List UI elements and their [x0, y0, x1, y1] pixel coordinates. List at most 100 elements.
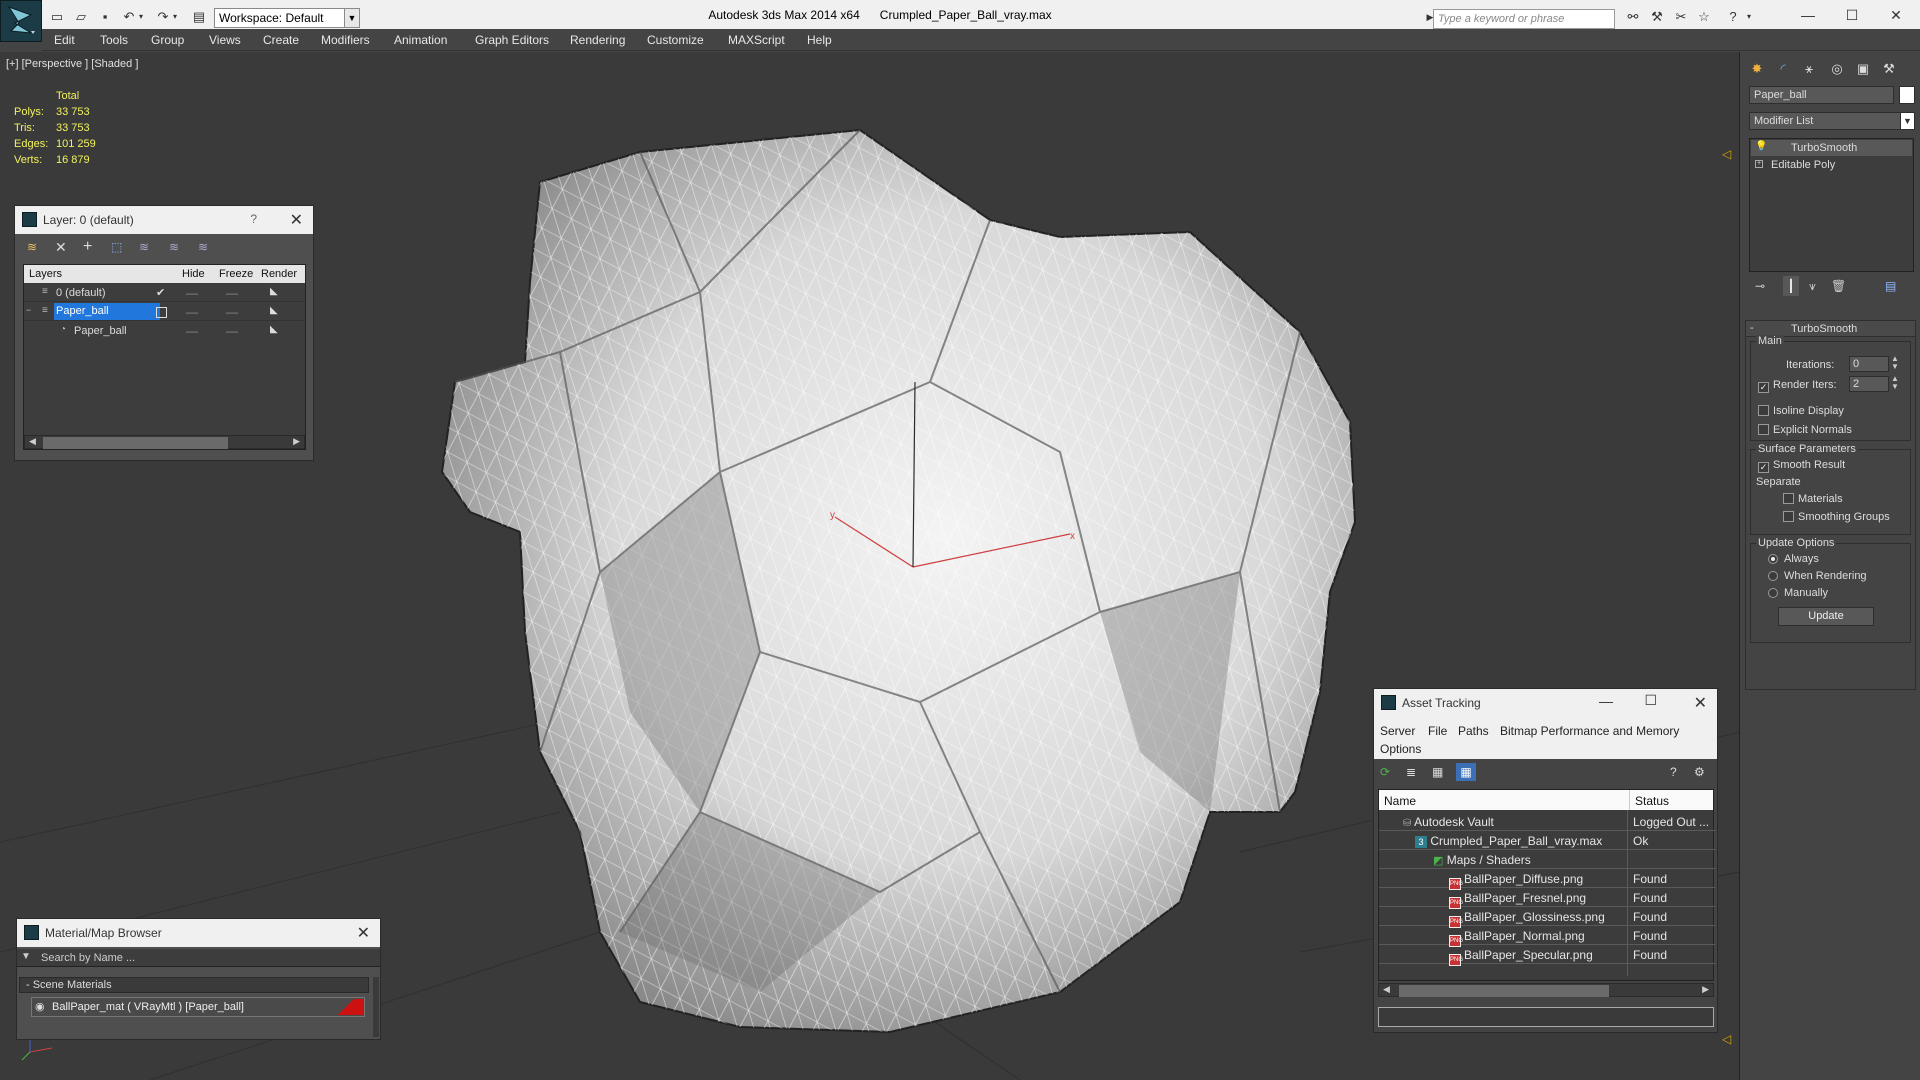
menu-rendering[interactable]: Rendering — [570, 33, 625, 47]
freeze-toggle[interactable]: — — [226, 305, 238, 319]
scroll-right-icon[interactable]: ▶ — [1702, 984, 1709, 995]
render-iters-spinner[interactable]: 2 — [1849, 376, 1889, 392]
object-name-field[interactable]: Paper_ball — [1749, 86, 1894, 104]
scroll-left-icon[interactable]: ◀ — [1383, 984, 1390, 995]
spinner-arrows-icon[interactable]: ▲ ▼ — [1891, 375, 1899, 391]
paper-ball-mesh[interactable] — [440, 128, 1357, 1034]
list-view-icon[interactable]: ≣ — [1406, 765, 1416, 779]
table-view-icon[interactable]: ▦ — [1432, 765, 1443, 779]
freeze-toggle[interactable]: — — [226, 324, 238, 338]
object-color-swatch[interactable] — [1899, 86, 1915, 104]
freeze-all-layers-icon[interactable]: ≋ — [198, 240, 208, 254]
menu-server[interactable]: Server — [1380, 724, 1415, 738]
layer-help-icon[interactable]: ? — [250, 212, 257, 226]
select-objects-icon[interactable]: ⬚ — [111, 240, 122, 254]
smooth-result-checkbox[interactable]: ✓ — [1758, 459, 1769, 473]
render-teapot-icon[interactable]: ◣ — [270, 324, 278, 335]
materials-checkbox[interactable] — [1783, 493, 1794, 507]
highlight-layer-icon[interactable]: ≋ — [139, 240, 149, 254]
table-row[interactable]: 3 Crumpled_Paper_Ball_vray.max Ok — [1379, 831, 1715, 850]
expand-icon[interactable]: + — [1755, 160, 1763, 168]
hide-all-layers-icon[interactable]: ≋ — [169, 240, 179, 254]
minimize-icon[interactable]: — — [1786, 0, 1830, 30]
menu-animation[interactable]: Animation — [394, 33, 447, 47]
binoculars-icon[interactable]: ⚯ — [1624, 9, 1642, 25]
remove-modifier-icon[interactable]: 🗑 — [1831, 279, 1846, 293]
scene-materials-group[interactable]: - Scene Materials — [19, 977, 369, 993]
table-row[interactable]: PNGBallPaper_Specular.png Found — [1379, 945, 1715, 966]
delete-layer-icon[interactable]: ✕ — [55, 239, 67, 256]
browser-options-icon[interactable]: ▼ — [21, 951, 31, 962]
check-icon[interactable]: ✓ — [1758, 382, 1769, 393]
current-layer-check-icon[interactable]: ✔ — [156, 286, 165, 299]
menu-modifiers[interactable]: Modifiers — [321, 33, 370, 47]
manually-radio[interactable] — [1768, 587, 1778, 601]
maximize-icon[interactable]: ☐ — [1830, 0, 1874, 30]
modify-tab-icon[interactable]: ◜ — [1771, 58, 1795, 80]
layer-row[interactable]: − ≡ Paper_ball — — ◣ — [24, 303, 305, 321]
help-dropdown-icon[interactable]: ▾ — [1744, 9, 1754, 25]
layer-row[interactable]: ≡ 0 (default) ✔ — — ◣ — [24, 284, 305, 302]
expand-icon[interactable]: − — [26, 305, 31, 315]
new-layer-icon[interactable]: ≋ — [27, 240, 37, 254]
show-end-result-icon[interactable]: ┃ — [1783, 276, 1799, 296]
minimize-icon[interactable]: — — [1599, 693, 1613, 709]
menu-views[interactable]: Views — [209, 33, 241, 47]
scroll-right-icon[interactable]: ▶ — [293, 436, 300, 447]
when-rendering-radio[interactable] — [1768, 570, 1778, 584]
asset-table-scrollbar[interactable]: ◀ ▶ — [1378, 983, 1714, 997]
close-icon[interactable]: ✕ — [357, 923, 370, 943]
hide-toggle[interactable]: — — [186, 286, 198, 300]
close-icon[interactable]: ✕ — [290, 210, 303, 230]
workspace-select[interactable]: Workspace: Default — [214, 8, 350, 28]
freeze-toggle[interactable]: — — [226, 286, 238, 300]
pin-stack-icon[interactable]: ⊸ — [1755, 279, 1765, 293]
menu-graph-editors[interactable]: Graph Editors — [475, 33, 549, 47]
open-file-icon[interactable]: ▱ — [72, 9, 90, 25]
refresh-icon[interactable]: ⟳ — [1380, 765, 1390, 779]
spinner-arrows-icon[interactable]: ▲ ▼ — [1891, 355, 1899, 371]
new-file-icon[interactable]: ▭ — [48, 9, 66, 25]
render-teapot-icon[interactable]: ◣ — [270, 305, 278, 316]
viewport-label[interactable]: [+] [Perspective ] [Shaded ] — [6, 58, 138, 70]
menu-paths[interactable]: Paths — [1458, 724, 1489, 738]
utilities-tab-icon[interactable]: ⚒ — [1877, 58, 1901, 80]
stack-item-editable-poly[interactable]: + Editable Poly — [1751, 157, 1912, 173]
asset-path-field[interactable] — [1378, 1007, 1714, 1027]
render-teapot-icon[interactable]: ◣ — [270, 286, 278, 297]
display-tab-icon[interactable]: ▣ — [1851, 58, 1875, 80]
always-radio[interactable] — [1768, 553, 1778, 567]
current-layer-box-icon[interactable] — [156, 307, 167, 321]
close-icon[interactable]: ✕ — [1694, 693, 1707, 713]
redo-dropdown-icon[interactable]: ▾ — [170, 9, 180, 25]
material-item[interactable]: ◉ BallPaper_mat ( VRayMtl ) [Paper_ball] — [31, 997, 365, 1017]
menu-maxscript[interactable]: MAXScript — [728, 33, 785, 47]
menu-options[interactable]: Options — [1380, 742, 1421, 756]
asset-tracking-title-bar[interactable]: Asset Tracking — ☐ ✕ — [1374, 689, 1717, 719]
settings-icon[interactable]: ⚙ — [1694, 765, 1705, 779]
material-search-input[interactable]: Search by Name ... — [41, 952, 135, 964]
add-to-layer-icon[interactable]: + — [83, 238, 92, 256]
save-icon[interactable]: ▪ — [96, 9, 114, 25]
hierarchy-tab-icon[interactable]: ⚹ — [1797, 58, 1821, 80]
update-button[interactable]: Update — [1778, 607, 1874, 626]
grid-view-icon[interactable]: ▦ — [1456, 763, 1476, 781]
layer-dialog-title-bar[interactable]: Layer: 0 (default) ? ✕ — [15, 206, 313, 234]
material-browser-scrollbar[interactable] — [373, 977, 379, 1037]
table-row[interactable]: PNGBallPaper_Diffuse.png Found — [1379, 869, 1715, 890]
modifier-list-select[interactable]: Modifier List — [1749, 112, 1901, 130]
smoothing-groups-checkbox[interactable] — [1783, 511, 1794, 525]
material-browser-title-bar[interactable]: Material/Map Browser ✕ — [17, 919, 380, 947]
menu-help[interactable]: Help — [807, 33, 832, 47]
configure-sets-icon[interactable]: ▤ — [1885, 279, 1896, 293]
subscription-icon[interactable]: ⚒ — [1648, 9, 1666, 25]
layer-list-scrollbar[interactable]: ◀ ▶ — [24, 435, 305, 449]
project-folder-icon[interactable]: ▤ — [190, 9, 208, 25]
close-window-icon[interactable]: ✕ — [1874, 0, 1918, 30]
search-input[interactable]: Type a keyword or phrase — [1433, 9, 1615, 29]
menu-customize[interactable]: Customize — [647, 33, 704, 47]
menu-tools[interactable]: Tools — [100, 33, 128, 47]
scroll-left-icon[interactable]: ◀ — [29, 436, 36, 447]
isoline-checkbox[interactable] — [1758, 405, 1769, 419]
menu-edit[interactable]: Edit — [54, 33, 75, 47]
